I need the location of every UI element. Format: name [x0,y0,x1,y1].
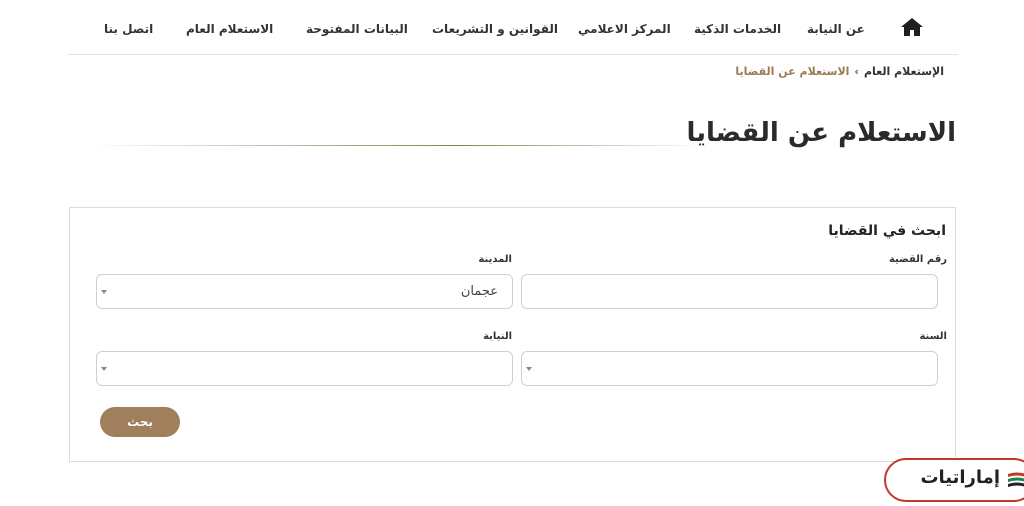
watermark-text: إماراتيات [920,467,1000,488]
nav-item-contact[interactable]: اتصل بنا [104,22,153,36]
case-number-input[interactable] [521,274,938,309]
breadcrumb: الإستعلام العام › الاستعلام عن القضايا [735,65,944,78]
breadcrumb-item-current: الاستعلام عن القضايا [735,65,850,78]
city-select[interactable]: عجمان [96,274,513,309]
nav-item-media-center[interactable]: المركز الاعلامي [578,22,671,36]
prosecution-select[interactable] [96,351,513,386]
nav-item-laws[interactable]: القوانين و التشريعات [432,22,558,36]
top-navigation: عن النيابة الخدمات الذكية المركز الاعلام… [68,0,958,55]
nav-item-public-inquiry[interactable]: الاستعلام العام [186,22,273,36]
page-title: الاستعلام عن القضايا [686,118,956,148]
prosecution-label: النيابة [483,331,512,342]
year-label: السنة [919,331,947,342]
search-panel [69,207,956,462]
case-number-label: رقم القضية [888,254,947,265]
city-label: المدينة [478,254,512,265]
nav-item-open-data[interactable]: البيانات المفتوحة [306,22,408,36]
chevron-down-icon [101,290,107,294]
breadcrumb-item-public-inquiry[interactable]: الإستعلام العام [864,65,944,78]
nav-item-about[interactable]: عن النيابة [807,22,865,36]
city-selected-value: عجمان [460,284,498,299]
home-icon[interactable] [900,17,924,37]
chevron-down-icon [526,367,532,371]
uae-flag-icon [1008,472,1024,487]
search-panel-title: ابحث في القضايا [828,223,946,239]
nav-item-smart-services[interactable]: الخدمات الذكية [694,22,781,36]
title-divider [90,145,702,146]
chevron-down-icon [101,367,107,371]
watermark-logo: إماراتيات [884,458,1024,502]
search-button[interactable]: بحث [100,407,180,437]
year-select[interactable] [521,351,938,386]
breadcrumb-separator: › [854,65,859,78]
